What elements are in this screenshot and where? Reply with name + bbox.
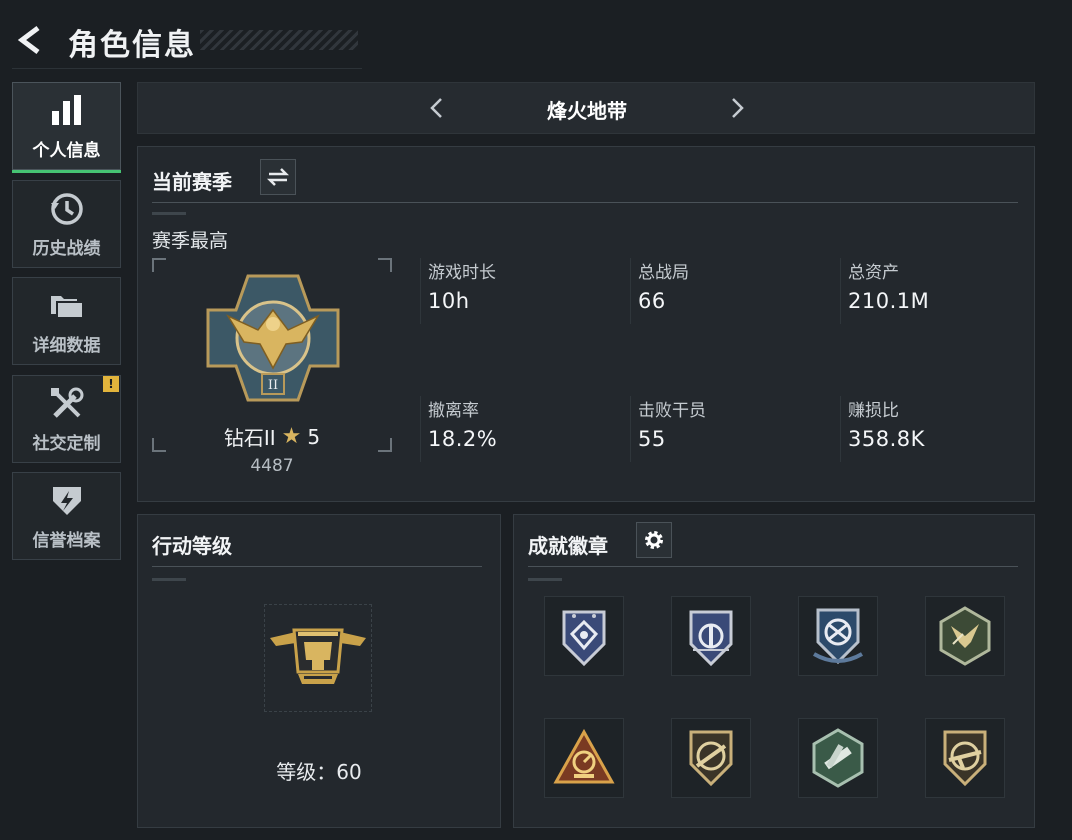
sidebar-item-label: 社交定制	[32, 433, 101, 454]
season-switch-button[interactable]	[260, 159, 296, 195]
achievements-title: 成就徽章	[528, 534, 608, 558]
svg-text:II: II	[268, 378, 278, 393]
operation-mini-bar	[152, 578, 186, 581]
swap-icon	[266, 168, 290, 186]
stat-label: 赚损比	[848, 401, 899, 421]
rifle-shield-icon	[943, 730, 987, 787]
stat-value: 10h	[428, 289, 470, 313]
achievement-badge[interactable]	[544, 596, 624, 676]
rank-emblem: II	[198, 270, 348, 410]
sidebar-item-label: 个人信息	[32, 140, 101, 161]
stat-separator	[420, 258, 421, 324]
stat-separator	[630, 258, 631, 324]
achievement-badge[interactable]	[671, 718, 751, 798]
back-button[interactable]	[12, 22, 48, 58]
rank-name: 钻石II	[223, 426, 276, 450]
sidebar-item-profile[interactable]: 个人信息	[12, 82, 121, 173]
sidebar-item-social[interactable]: 社交定制 !	[12, 375, 121, 463]
rank-stars: 5	[307, 424, 321, 449]
stat-value: 358.8K	[848, 427, 925, 451]
operation-level-title: 行动等级	[152, 534, 232, 558]
stat-label: 撤离率	[428, 401, 479, 421]
achievements-settings-button[interactable]	[636, 522, 672, 558]
stat-label: 总战局	[638, 263, 689, 283]
achievement-badge[interactable]	[925, 718, 1005, 798]
page-title: 角色信息	[68, 28, 196, 63]
triangle-radar-icon	[553, 728, 615, 784]
mode-title: 烽火地带	[547, 99, 627, 123]
achievements-mini-bar	[528, 578, 562, 581]
season-divider	[152, 202, 1018, 203]
back-arrow-icon	[17, 26, 40, 54]
sidebar-item-details[interactable]: 详细数据	[12, 277, 121, 365]
history-clock-icon	[48, 190, 86, 228]
stat-label: 总资产	[848, 263, 899, 283]
stat-separator	[420, 396, 421, 462]
mode-selector: 烽火地带	[137, 82, 1035, 134]
folder-icon	[48, 287, 86, 325]
arrows-shield-icon	[812, 608, 864, 665]
stat-separator	[840, 258, 841, 324]
stat-separator	[630, 396, 631, 462]
stat-value: 55	[638, 427, 666, 451]
level-value: 60	[336, 760, 362, 784]
rank-points: 4487	[250, 456, 294, 476]
sidebar-item-label: 信誉档案	[32, 530, 101, 551]
stat-value: 66	[638, 289, 666, 313]
sidebar-item-label: 历史战绩	[32, 238, 101, 259]
title-decoration	[200, 30, 358, 50]
achievement-badge[interactable]	[671, 596, 751, 676]
helicopter-emblem	[268, 612, 368, 706]
bar-chart-icon	[48, 92, 86, 130]
star-icon: ★	[281, 424, 302, 449]
rifle-shield-icon	[689, 730, 733, 787]
operation-divider	[152, 566, 482, 567]
chevron-right-icon	[732, 98, 744, 118]
tools-icon	[48, 385, 86, 423]
sidebar-item-history[interactable]: 历史战绩	[12, 180, 121, 268]
stat-label: 游戏时长	[428, 263, 496, 283]
achievement-badge[interactable]	[544, 718, 624, 798]
stat-separator	[840, 396, 841, 462]
mode-next-button[interactable]	[722, 93, 752, 123]
sidebar-item-reputation[interactable]: 信誉档案	[12, 472, 121, 560]
stat-value: 210.1M	[848, 289, 930, 313]
operation-level: 等级：60	[137, 756, 501, 785]
alert-badge: !	[103, 376, 119, 392]
hexagon-bird-icon	[939, 606, 991, 666]
shield-bolt-icon	[48, 482, 86, 520]
stat-label: 击败干员	[638, 401, 706, 421]
achievements-divider	[528, 566, 1018, 567]
header-divider	[12, 68, 362, 69]
stat-value: 18.2%	[428, 427, 498, 451]
achievement-badge[interactable]	[798, 596, 878, 676]
gear-icon	[645, 531, 663, 549]
level-label: 等级：	[276, 760, 337, 784]
season-title: 当前赛季	[152, 170, 232, 194]
rank-line: 钻石II ★ 5	[152, 422, 392, 451]
achievement-badge[interactable]	[798, 718, 878, 798]
sidebar-item-label: 详细数据	[32, 335, 101, 356]
season-mini-bar	[152, 212, 186, 215]
season-best-label: 赛季最高	[152, 230, 229, 252]
hexagon-weapons-icon	[812, 728, 864, 788]
shield-badge-icon	[689, 610, 733, 667]
achievement-badge[interactable]	[925, 596, 1005, 676]
shield-badge-icon	[562, 610, 606, 667]
